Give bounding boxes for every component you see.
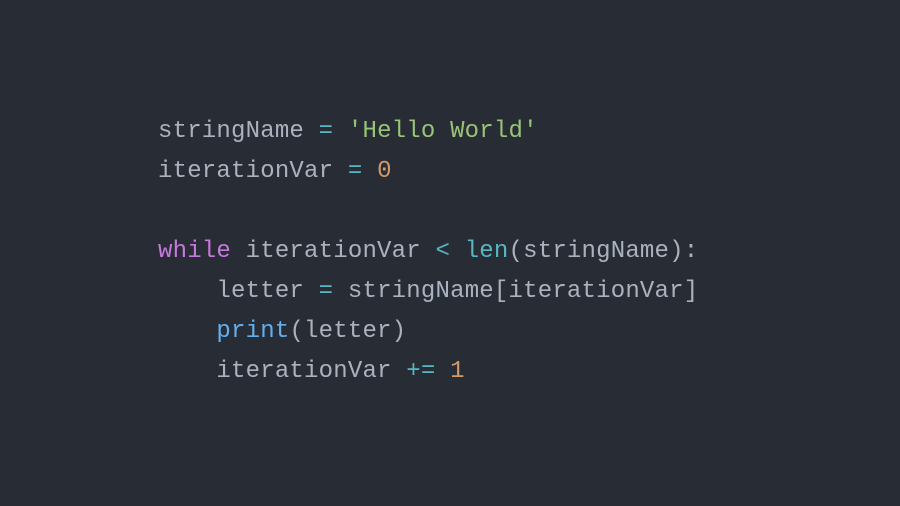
code-line: print(letter) [158,312,698,352]
code-token: stringName [348,278,494,305]
code-token: iterationVar [158,158,333,185]
code-token: stringName [158,118,304,145]
code-token: letter [216,278,304,305]
code-token: while [158,238,231,265]
code-token: ] [684,278,699,305]
code-token: ) [669,238,684,265]
code-token: iterationVar [246,238,421,265]
code-token [333,278,348,305]
code-line: letter = stringName[iterationVar] [158,272,698,312]
code-line: iterationVar += 1 [158,352,698,392]
code-token: : [684,238,699,265]
code-token [362,158,377,185]
code-block: stringName = 'Hello World'iterationVar =… [158,112,698,392]
code-token: ( [289,318,304,345]
code-token [333,118,348,145]
code-token: 'Hello World' [348,118,538,145]
code-line [158,192,698,232]
code-token [231,238,246,265]
code-token [333,158,348,185]
code-token: stringName [523,238,669,265]
code-token [304,118,319,145]
code-token: = [319,278,334,305]
code-token [450,238,465,265]
code-token: letter [304,318,392,345]
code-token: [ [494,278,509,305]
code-token: iterationVar [216,358,391,385]
code-token [421,238,436,265]
code-token: < [435,238,450,265]
code-token [304,278,319,305]
code-token: print [216,318,289,345]
code-token: = [319,118,334,145]
code-token: += [406,358,435,385]
code-token [158,358,216,385]
code-line: while iterationVar < len(stringName): [158,232,698,272]
code-token [392,358,407,385]
code-token: ) [392,318,407,345]
code-token: = [348,158,363,185]
code-line: iterationVar = 0 [158,152,698,192]
code-token: len [465,238,509,265]
code-token [435,358,450,385]
code-token: 0 [377,158,392,185]
code-token: 1 [450,358,465,385]
code-token: ( [509,238,524,265]
code-line: stringName = 'Hello World' [158,112,698,152]
code-token [158,278,216,305]
code-token: iterationVar [509,278,684,305]
code-token [158,318,216,345]
